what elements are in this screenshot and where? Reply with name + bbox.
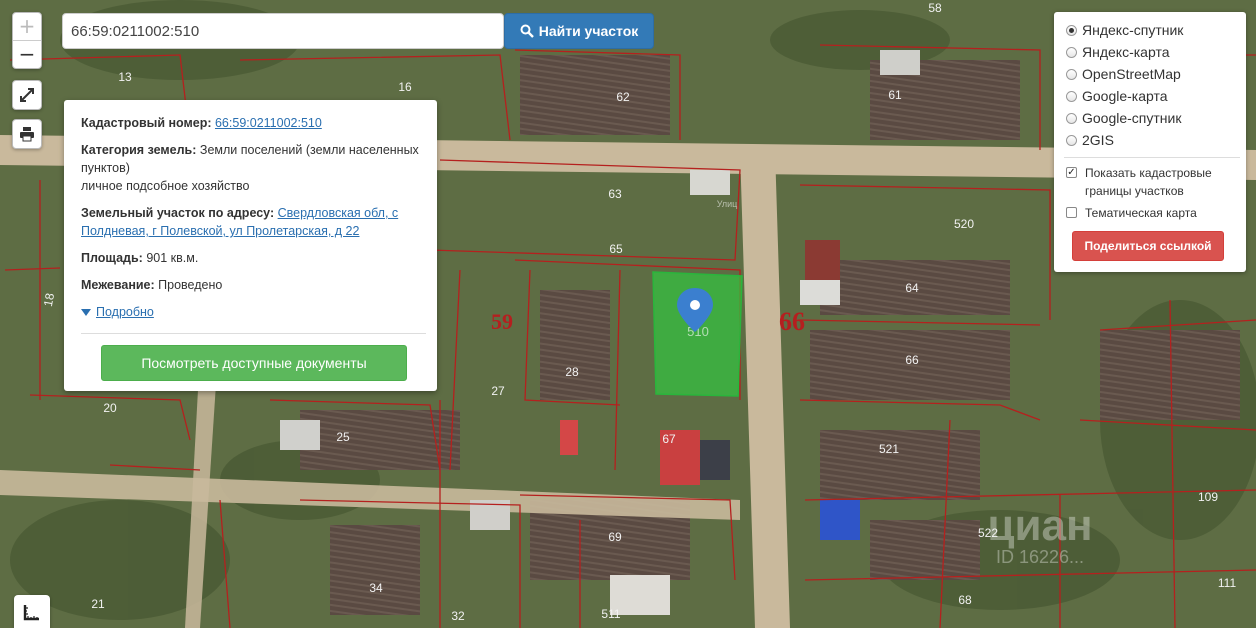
zoom-in-button[interactable]: + <box>13 13 41 40</box>
plot-label: 67 <box>662 432 676 446</box>
map-layers-panel: Яндекс-спутник Яндекс-карта OpenStreetMa… <box>1054 12 1246 272</box>
layer-option-google-map[interactable]: Google-карта <box>1066 85 1236 107</box>
panel-divider <box>1064 157 1240 158</box>
plot-label: 69 <box>608 530 622 544</box>
thematic-map-checkbox[interactable] <box>1066 207 1077 218</box>
plot-label: 58 <box>928 1 942 15</box>
layer-option-label: Google-карта <box>1082 88 1168 104</box>
plot-label: 68 <box>958 593 972 607</box>
find-plot-button[interactable]: Найти участок <box>504 13 654 49</box>
land-category-label: Категория земель: <box>81 143 197 157</box>
land-category-row: Категория земель: Земли поселений (земли… <box>81 141 420 195</box>
ruler-button[interactable] <box>14 595 50 628</box>
plot-info-popup: Кадастровый номер: 66:59:0211002:510 Кат… <box>64 100 437 391</box>
land-usage-value: личное подсобное хозяйство <box>81 179 250 193</box>
layer-option-label: Google-спутник <box>1082 110 1182 126</box>
layer-option-label: Яндекс-карта <box>1082 44 1170 60</box>
plot-label: 34 <box>369 581 383 595</box>
area-value: 901 кв.м. <box>146 251 199 265</box>
view-documents-button[interactable]: Посмотреть доступные документы <box>101 345 407 381</box>
details-link[interactable]: Подробно <box>96 303 154 321</box>
plot-label: 13 <box>118 70 132 84</box>
quarter-label: 66 <box>779 307 805 336</box>
cadastral-number-link[interactable]: 66:59:0211002:510 <box>215 116 322 130</box>
cadastral-number-label: Кадастровый номер: <box>81 116 212 130</box>
cadastral-borders-checkbox[interactable]: ✓ <box>1066 167 1077 178</box>
thematic-map-toggle[interactable]: Тематическая карта <box>1066 204 1236 222</box>
layer-option-google-satellite[interactable]: Google-спутник <box>1066 107 1236 129</box>
plot-label: 511 <box>601 607 620 621</box>
printer-icon <box>20 127 34 142</box>
radio-button[interactable] <box>1066 112 1077 124</box>
share-link-button[interactable]: Поделиться ссылкой <box>1072 231 1224 261</box>
road-name: Улиц <box>717 199 738 209</box>
radio-button[interactable] <box>1066 90 1077 102</box>
plot-label: 18 <box>41 292 57 308</box>
survey-label: Межевание: <box>81 278 155 292</box>
plot-label: 109 <box>1198 490 1218 504</box>
plot-label: 64 <box>905 281 919 295</box>
ruler-icon <box>23 604 39 620</box>
address-row: Земельный участок по адресу: Свердловска… <box>81 204 420 240</box>
layer-option-2gis[interactable]: 2GIS <box>1066 129 1236 151</box>
survey-value: Проведено <box>158 278 223 292</box>
plot-label: 520 <box>954 217 974 231</box>
plot-label: 25 <box>336 430 350 444</box>
caret-down-icon <box>81 308 91 316</box>
plot-label: 21 <box>91 597 105 611</box>
thematic-map-label: Тематическая карта <box>1085 206 1197 220</box>
cadastral-search-input[interactable] <box>62 13 504 49</box>
layer-option-label: 2GIS <box>1082 132 1114 148</box>
layer-option-label: Яндекс-спутник <box>1082 22 1184 38</box>
plot-label: 28 <box>565 365 579 379</box>
radio-button[interactable] <box>1066 24 1077 36</box>
area-row: Площадь: 901 кв.м. <box>81 249 420 267</box>
find-plot-label: Найти участок <box>538 23 639 39</box>
plot-label: 62 <box>616 90 630 104</box>
survey-row: Межевание: Проведено <box>81 276 420 294</box>
cadastral-borders-toggle[interactable]: ✓ Показать кадастровые границы участков <box>1066 164 1236 200</box>
search-icon <box>520 24 534 38</box>
watermark: циан ID 16226... <box>987 501 1092 567</box>
popup-divider <box>81 333 426 334</box>
layer-option-osm[interactable]: OpenStreetMap <box>1066 63 1236 85</box>
details-toggle[interactable]: Подробно <box>81 303 420 321</box>
plot-label: 16 <box>398 80 412 94</box>
plot-label: 61 <box>888 88 902 102</box>
layer-option-yandex-satellite[interactable]: Яндекс-спутник <box>1066 19 1236 41</box>
layer-option-label: OpenStreetMap <box>1082 66 1181 82</box>
expand-icon <box>20 88 34 102</box>
print-button[interactable] <box>12 119 42 149</box>
watermark-id: ID 16226... <box>996 547 1084 567</box>
watermark-brand: циан <box>987 501 1092 550</box>
plot-label: 65 <box>609 242 623 256</box>
plot-label: 27 <box>491 384 505 398</box>
area-label: Площадь: <box>81 251 143 265</box>
cadastral-number-row: Кадастровый номер: 66:59:0211002:510 <box>81 114 420 132</box>
quarter-label: 59 <box>491 309 513 334</box>
plot-label: 63 <box>608 187 622 201</box>
fullscreen-button[interactable] <box>12 80 42 110</box>
plot-label: 66 <box>905 353 919 367</box>
layer-option-yandex-map[interactable]: Яндекс-карта <box>1066 41 1236 63</box>
radio-button[interactable] <box>1066 68 1077 80</box>
radio-button[interactable] <box>1066 46 1077 58</box>
zoom-control: + − <box>12 12 42 69</box>
plot-label: 20 <box>103 401 117 415</box>
zoom-out-button[interactable]: − <box>13 40 41 68</box>
radio-button[interactable] <box>1066 134 1077 146</box>
plot-label: 32 <box>451 609 465 623</box>
plot-label: 111 <box>1218 576 1237 590</box>
cadastral-borders-label: Показать кадастровые границы участков <box>1085 166 1212 198</box>
address-label: Земельный участок по адресу: <box>81 206 275 220</box>
plot-label: 521 <box>879 442 899 456</box>
